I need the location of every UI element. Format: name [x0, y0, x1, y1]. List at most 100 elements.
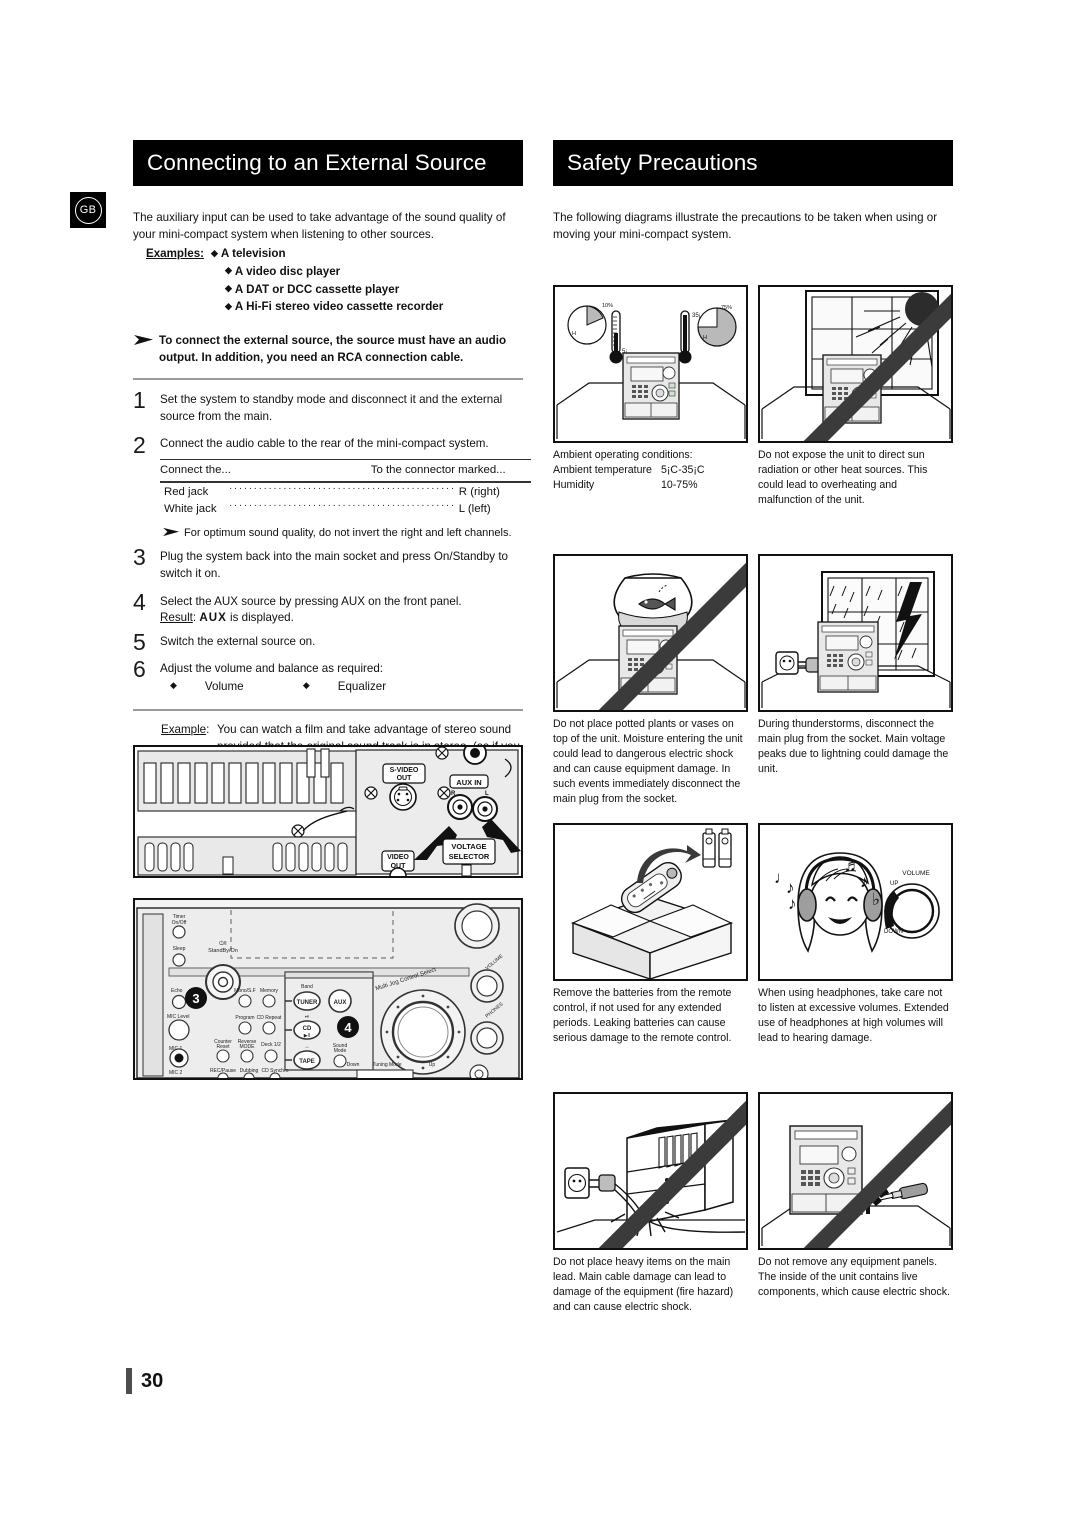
svg-text:StandBy/On: StandBy/On — [208, 948, 238, 954]
svg-text:75%: 75% — [721, 305, 732, 311]
rear-panel-svg: S-VIDEO OUT AUX IN R L VOLTAGE SELECTOR … — [135, 741, 521, 885]
figure-fishbowl-on-unit — [553, 554, 748, 712]
svg-text:MODE: MODE — [240, 1044, 256, 1050]
step-1: 1 Set the system to standby mode and dis… — [133, 389, 523, 425]
step-text: Plug the system back into the main socke… — [160, 550, 508, 581]
result-tail: is displayed. — [230, 611, 294, 625]
connector-table-head: Connect the... To the connector marked..… — [160, 459, 531, 483]
step-2-note-text: For optimum sound quality, do not invert… — [184, 526, 512, 539]
caption-headphones: When using headphones, take care not to … — [758, 987, 949, 1045]
svg-text:UP: UP — [890, 881, 898, 887]
svg-text:3: 3 — [192, 991, 199, 1006]
step-number: 4 — [133, 588, 146, 615]
examples-label: Examples: — [146, 247, 204, 261]
connection-requirement-text: To connect the external source, the sour… — [159, 333, 507, 364]
svg-text:SELECTOR: SELECTOR — [449, 852, 490, 861]
step-text: Switch the external source on. — [160, 635, 316, 649]
svg-text:OUT: OUT — [397, 775, 413, 782]
step-2-note: For optimum sound quality, do not invert… — [162, 526, 531, 543]
svg-text:Reset: Reset — [216, 1044, 230, 1050]
example-item: ◆ A DAT or DCC cassette player — [225, 282, 400, 296]
examples-block: Examples: ◆ A television ◆ A video disc pl… — [133, 245, 523, 315]
section-header-safety: Safety Precautions — [553, 140, 953, 186]
figure-heavy-furniture-on-cable — [553, 1092, 748, 1250]
svg-text:AUX IN: AUX IN — [456, 778, 481, 787]
step-number: 1 — [133, 387, 146, 414]
example-item: ◆ A Hi-Fi stereo video cassette recorder — [225, 300, 444, 314]
safety-precautions-grid: 10% H 5¡ 35¡ 75% H Ambient operating con… — [553, 285, 953, 1361]
svg-text:Sleep: Sleep — [173, 946, 186, 952]
safety-panel-headphones: ♩ ♪ ♪ ♬ ♪ ♭ VOLUME UP DOWN When using headph… — [758, 823, 953, 1082]
caption-ambient: Ambient operating conditions: Ambient te… — [553, 448, 748, 544]
safety-row: 10% H 5¡ 35¡ 75% H Ambient operating con… — [553, 285, 953, 544]
step-6: 6 Adjust the volume and balance as requi… — [133, 656, 523, 695]
safety-row: Do not place potted plants or vases on t… — [553, 554, 953, 813]
connector-table: Connect the... To the connector marked..… — [160, 459, 531, 517]
caption-heavy-items: Do not place heavy items on the main lea… — [553, 1256, 734, 1314]
divider — [133, 378, 523, 381]
safety-row: Remove the batteries from the remote con… — [553, 823, 953, 1082]
svg-text:H: H — [703, 335, 707, 341]
safety-panel-sun: Do not expose the unit to direct sun rad… — [758, 285, 953, 544]
svg-text:⏯: ⏯ — [305, 1014, 309, 1020]
caption-fishbowl: Do not place potted plants or vases on t… — [553, 718, 743, 806]
connector-from: White jack — [164, 503, 217, 516]
caption-lightning: During thunderstorms, disconnect the mai… — [758, 718, 949, 776]
caption-sun: Do not expose the unit to direct sun rad… — [758, 449, 928, 507]
step-3: 3 Plug the system back into the main soc… — [133, 546, 523, 582]
figure-thermometer-humidity-room: 10% H 5¡ 35¡ 75% H — [553, 285, 748, 443]
safety-row: Do not place heavy items on the main lea… — [553, 1092, 953, 1351]
svg-text:35¡: 35¡ — [692, 313, 701, 319]
diamond-bullet-icon: ◆ — [225, 300, 232, 311]
safety-panel-lightning: During thunderstorms, disconnect the mai… — [758, 554, 953, 813]
divider — [133, 709, 523, 712]
svg-text:↔: ↔ — [305, 1044, 310, 1050]
svg-text:♬: ♬ — [844, 856, 861, 875]
locale-badge: GB — [70, 192, 106, 228]
left-column: Connecting to an External Source The aux… — [133, 140, 531, 773]
safety-panel-fishbowl: Do not place potted plants or vases on t… — [553, 554, 748, 813]
safety-panel-heavy-items: Do not place heavy items on the main lea… — [553, 1092, 748, 1351]
safety-panel-ambient: 10% H 5¡ 35¡ 75% H Ambient operating con… — [553, 285, 748, 544]
leader-dots: ········································… — [229, 482, 456, 494]
svg-text:On/Off: On/Off — [172, 920, 187, 926]
svg-text:AUX: AUX — [334, 1000, 347, 1006]
svg-text:Tuning Mode: Tuning Mode — [373, 1062, 402, 1068]
step-4: 4 Select the AUX source by pressing AUX … — [133, 588, 523, 627]
svg-text:TAPE: TAPE — [299, 1059, 315, 1065]
page-number-tick — [126, 1368, 132, 1394]
step-number: 2 — [133, 431, 146, 458]
svg-text:CD Repeat: CD Repeat — [257, 1015, 282, 1021]
figure-headphones-girl-volume: ♩ ♪ ♪ ♬ ♪ ♭ VOLUME UP DOWN — [758, 823, 953, 981]
connector-col-from: Connect the... — [160, 464, 231, 477]
step-6-bullet: ◆ Equalizer — [302, 679, 387, 693]
connecting-intro: The auxiliary input can be used to take … — [133, 211, 506, 241]
connection-requirement-note: To connect the external source, the sour… — [133, 333, 523, 366]
manual-page: GB Connecting to an External Source The … — [0, 0, 1080, 1528]
svg-text:Mode: Mode — [334, 1048, 347, 1054]
step-4-result: Result: AUX is displayed. — [160, 611, 294, 625]
front-panel-diagram: Timer On/Off Sleep Echo MIC Level MIC 1 … — [133, 898, 523, 1084]
table-row: Red jack ·······························… — [160, 483, 531, 500]
svg-text:H: H — [572, 331, 576, 337]
safety-panel-batteries: Remove the batteries from the remote con… — [553, 823, 748, 1082]
svg-text:MIC 2: MIC 2 — [169, 1070, 183, 1076]
example-item: ◆ A television — [211, 247, 286, 261]
svg-text:Band: Band — [301, 984, 313, 990]
caption-key: Humidity — [553, 479, 595, 492]
diamond-bullet-icon: ◆ — [225, 283, 232, 294]
result-label: Result — [160, 611, 193, 625]
figure-screwdriver-open-panel — [758, 1092, 953, 1250]
connector-col-to: To the connector marked... — [370, 464, 506, 477]
step-number: 3 — [133, 544, 146, 571]
diamond-bullet-icon: ◆ — [302, 680, 310, 691]
locale-badge-label: GB — [74, 196, 102, 224]
svg-text:Program: Program — [235, 1015, 254, 1021]
caption-batteries: Remove the batteries from the remote con… — [553, 987, 732, 1045]
caption-value: 10-75% — [661, 479, 698, 492]
svg-text:Deck 1/2: Deck 1/2 — [261, 1042, 281, 1048]
svg-text:Echo: Echo — [171, 988, 183, 994]
svg-text:MIC Level: MIC Level — [167, 1014, 190, 1020]
step-number: 6 — [133, 656, 146, 683]
connector-to: R (right) — [458, 485, 500, 498]
